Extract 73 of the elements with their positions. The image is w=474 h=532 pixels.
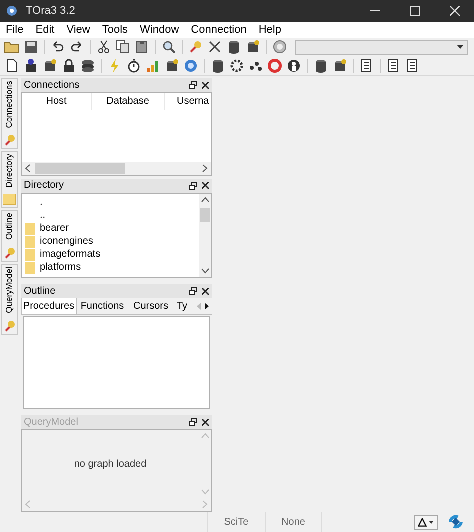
status-text: SciTe (224, 516, 249, 530)
side-tab[interactable]: Connections (1, 78, 18, 150)
scissors-icon[interactable] (96, 39, 112, 55)
dropdown-arrow-icon (429, 520, 434, 524)
directory-item[interactable]: . (40, 198, 43, 208)
float-icon[interactable] (189, 418, 197, 426)
lifebuoy-icon[interactable] (267, 58, 283, 74)
menu-item[interactable]: Edit (36, 22, 55, 38)
directory-item[interactable]: bearer (40, 224, 69, 234)
directory-item[interactable]: .. (40, 211, 46, 222)
search-icon[interactable] (161, 39, 177, 55)
close-icon[interactable] (202, 288, 209, 295)
scroll-right-icon[interactable] (204, 302, 210, 312)
directory-item[interactable]: platforms (40, 263, 82, 274)
globe-icon[interactable] (183, 58, 199, 74)
tab[interactable]: Procedures (21, 298, 77, 314)
scrollbar-thumb[interactable] (200, 208, 210, 222)
menu-item[interactable]: Help (258, 22, 282, 38)
menu-item[interactable]: File (6, 22, 24, 38)
side-tab[interactable]: QueryModel (1, 264, 18, 335)
maximize-icon[interactable] (410, 6, 420, 16)
column-header[interactable]: Database (92, 93, 165, 110)
panel-title: Connections (24, 78, 80, 92)
column-header[interactable]: Host (22, 93, 92, 110)
side-tab-label: Outline (5, 213, 14, 240)
menu-item[interactable]: View (66, 22, 90, 38)
float-icon[interactable] (189, 182, 197, 190)
vertical-scrollbar[interactable] (199, 194, 211, 278)
float-icon[interactable] (189, 287, 197, 296)
folder-icon (25, 262, 35, 274)
close-icon[interactable] (202, 182, 209, 190)
horizontal-scrollbar[interactable] (22, 162, 211, 175)
save-icon[interactable] (23, 39, 39, 55)
folder-icon (25, 223, 35, 236)
copy-icon[interactable] (115, 39, 131, 55)
status-message: no graph loaded (74, 458, 147, 472)
menu-item[interactable]: Window (140, 22, 180, 38)
status-text: None (282, 516, 306, 530)
lock-icon[interactable] (61, 58, 77, 74)
person-icon[interactable] (286, 58, 302, 74)
directory-item[interactable]: iconengines (40, 237, 94, 248)
side-tab[interactable]: Directory (1, 151, 18, 208)
panel-title: Directory (24, 179, 64, 194)
scroll-up-icon[interactable] (200, 196, 210, 205)
panel-title: QueryModel (24, 416, 78, 430)
float-icon[interactable] (189, 81, 197, 89)
dropdown-arrow-icon (457, 45, 464, 49)
menu-item[interactable]: Connection (191, 22, 247, 38)
scroll-right-icon[interactable] (200, 164, 209, 173)
side-tab-label: QueryModel (5, 267, 14, 314)
logo-icon (446, 513, 466, 531)
close-icon[interactable] (202, 418, 209, 426)
app-icon (6, 5, 18, 17)
side-tab-label: Connections (5, 81, 14, 128)
folder-icon (25, 236, 35, 248)
gear-icon[interactable] (229, 58, 245, 74)
panel-title: Outline (24, 284, 56, 299)
column-header[interactable]: Userna (165, 93, 211, 110)
delta-icon (418, 518, 427, 526)
scroll-left-icon[interactable] (24, 164, 33, 173)
menu-item[interactable]: Tools (102, 22, 128, 38)
side-tab-label: Directory (5, 154, 14, 188)
window-title: TOra3 3.2 (26, 4, 76, 19)
folder-icon (25, 249, 35, 262)
paste-icon[interactable] (134, 39, 150, 55)
stopwatch-icon[interactable] (126, 58, 142, 74)
scroll-down-icon[interactable] (200, 266, 210, 276)
directory-item[interactable]: imageformats (40, 250, 101, 260)
diff-button[interactable] (414, 514, 438, 530)
folder-icon (3, 194, 16, 206)
side-tab[interactable]: Outline (1, 210, 18, 262)
scrollbar-thumb[interactable] (35, 162, 125, 174)
close-icon[interactable] (202, 82, 209, 88)
